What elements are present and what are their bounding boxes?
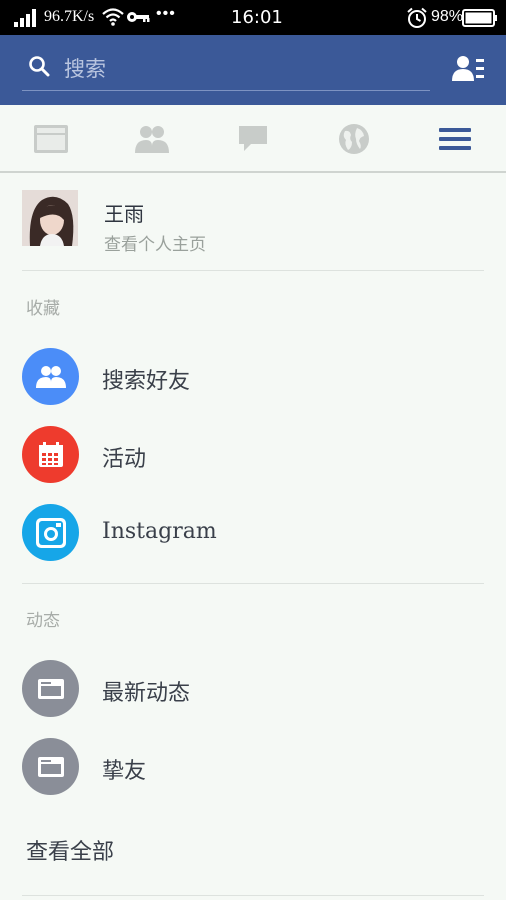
signal-icon — [14, 9, 36, 27]
menu-item-events[interactable]: 活动 — [22, 426, 484, 484]
divider — [22, 270, 484, 271]
tab-notifications[interactable] — [334, 119, 374, 159]
section-label-favorites: 收藏 — [26, 299, 60, 319]
friends-icon — [135, 126, 169, 153]
network-speed: 96.7K/s — [44, 8, 95, 25]
menu-item-label: 挚友 — [102, 759, 147, 784]
menu-item-instagram[interactable]: Instagram — [22, 504, 484, 562]
key-icon — [127, 12, 150, 22]
menu-item-label: 搜索好友 — [102, 369, 191, 394]
profile-name: 王雨 — [104, 202, 144, 226]
menu-item-most-recent[interactable]: 最新动态 — [22, 660, 484, 718]
hamburger-menu-icon — [439, 128, 471, 150]
chat-icon — [239, 126, 267, 151]
alarm-icon — [407, 7, 427, 28]
tab-messages[interactable] — [233, 119, 273, 159]
tab-bar — [0, 105, 506, 173]
app-header — [0, 35, 506, 105]
battery-percent: 98% — [431, 8, 464, 25]
menu-item-label: Instagram — [102, 519, 217, 544]
search-input[interactable] — [64, 53, 414, 85]
news-feed-icon — [34, 125, 68, 153]
menu-item-label: 活动 — [102, 447, 147, 472]
search-icon — [29, 56, 50, 77]
view-profile-link: 查看个人主页 — [104, 235, 206, 255]
more-notifications-icon: ••• — [156, 5, 176, 22]
globe-icon — [339, 124, 369, 154]
avatar — [22, 190, 78, 246]
see-all-link[interactable]: 查看全部 — [26, 834, 114, 866]
tab-friends[interactable] — [132, 119, 172, 159]
contacts-icon[interactable] — [452, 55, 484, 83]
tab-menu[interactable] — [435, 119, 475, 159]
search-bar[interactable] — [22, 49, 430, 91]
divider — [22, 895, 484, 896]
tab-news-feed[interactable] — [31, 119, 71, 159]
wifi-icon — [102, 8, 124, 26]
feed-icon — [22, 660, 79, 717]
menu-item-find-friends[interactable]: 搜索好友 — [22, 348, 484, 406]
calendar-icon — [22, 426, 79, 483]
status-bar: 96.7K/s ••• 16:01 98% — [0, 0, 506, 35]
menu-item-close-friends[interactable]: 挚友 — [22, 738, 484, 796]
section-label-feeds: 动态 — [26, 611, 60, 631]
profile-row[interactable]: 王雨 查看个人主页 — [22, 190, 484, 255]
clock: 16:01 — [231, 7, 283, 28]
menu-item-label: 最新动态 — [102, 681, 191, 706]
battery-icon — [462, 9, 497, 27]
feed-icon — [22, 738, 79, 795]
instagram-icon — [22, 504, 79, 561]
find-friends-icon — [22, 348, 79, 405]
divider — [22, 583, 484, 584]
